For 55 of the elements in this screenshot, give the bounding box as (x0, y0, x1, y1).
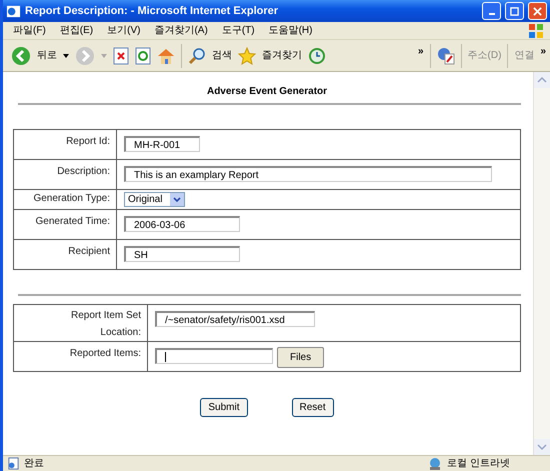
menu-item[interactable]: 도구(T) (222, 23, 255, 38)
stop-icon[interactable] (113, 46, 129, 64)
page-heading: Adverse Event Generator (206, 85, 328, 99)
history-icon[interactable] (308, 46, 326, 64)
back-icon[interactable] (11, 46, 31, 66)
window-title: Report Description: - Microsoft Internet Explorer (25, 4, 280, 19)
text-field[interactable]: SH (124, 246, 240, 262)
files-button[interactable]: Files (277, 347, 324, 368)
address-label: 주소(D) (468, 49, 502, 63)
caret-icon (173, 196, 182, 202)
page-icon (7, 457, 20, 470)
home-icon[interactable] (157, 46, 175, 64)
chevron-button[interactable]: » (540, 44, 546, 59)
document-icon[interactable] (436, 46, 455, 64)
maximize-button[interactable] (505, 2, 524, 20)
refresh-icon[interactable] (135, 46, 151, 64)
app-icon (6, 4, 21, 18)
chevron-button[interactable]: » (418, 44, 424, 59)
field-label: Report Id: (14, 130, 116, 160)
dropdown-field[interactable]: Original (124, 192, 186, 207)
file-path-field[interactable] (155, 348, 273, 364)
dropdown-icon[interactable] (63, 54, 69, 58)
minimize-icon (488, 13, 494, 15)
status-text: 완료 (24, 457, 45, 471)
field-label: Description: (14, 160, 116, 190)
scroll-down-icon[interactable] (534, 439, 550, 455)
flag-icon (528, 22, 544, 38)
back-button[interactable]: 뒤로 (37, 48, 57, 63)
field-label: Generation Type: (14, 190, 116, 210)
field-label: Reported Items: (14, 342, 148, 372)
menu-item[interactable]: 파일(F) (13, 23, 46, 38)
maximize-icon (510, 6, 519, 16)
field-label: Generated Time: (14, 210, 116, 240)
zone-text: 로컬 인트라넷 (447, 457, 510, 471)
field-label: Recipient (14, 240, 116, 270)
field-label: Report Item Set Location: (14, 304, 148, 342)
close-icon (533, 6, 542, 16)
text-field[interactable]: This is an examplary Report (124, 166, 492, 182)
search-icon[interactable] (188, 46, 206, 64)
submit-button[interactable]: Submit (200, 398, 248, 417)
minimize-button[interactable] (482, 2, 501, 20)
menu-item[interactable]: 편집(E) (60, 23, 94, 38)
search-button[interactable]: 검색 (212, 48, 232, 63)
menu-item[interactable]: 도움말(H) (268, 23, 312, 38)
text-field[interactable]: /~senator/safety/ris001.xsd (155, 311, 315, 327)
text-field[interactable]: MH-R-001 (124, 136, 200, 152)
favorites-button[interactable]: 즐겨찾기 (262, 48, 302, 63)
text-cursor-icon (165, 352, 167, 362)
menu-item[interactable]: 즐겨찾기(A) (154, 23, 208, 38)
reset-button[interactable]: Reset (292, 398, 334, 417)
scroll-up-icon[interactable] (534, 72, 550, 88)
star-icon[interactable] (238, 46, 256, 64)
text-field[interactable]: 2006-03-06 (124, 216, 240, 232)
menu-item[interactable]: 보기(V) (107, 23, 140, 38)
close-button[interactable] (528, 2, 547, 20)
